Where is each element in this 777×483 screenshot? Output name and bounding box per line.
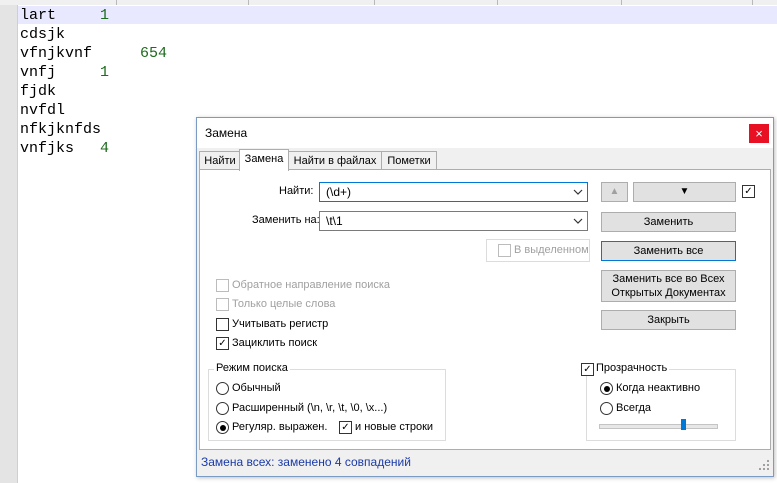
code-line[interactable]: lart 1 xyxy=(20,6,109,25)
wrap-around-checkbox[interactable]: ✓ xyxy=(216,337,229,350)
code-line[interactable]: vnfjks 4 xyxy=(20,139,109,158)
status-message: Замена всех: заменено 4 совпадений xyxy=(201,455,411,469)
close-button[interactable]: Закрыть xyxy=(601,310,736,330)
code-line[interactable]: vfnjkvnf 654 xyxy=(20,44,167,63)
line-number-value: 654 xyxy=(140,45,168,62)
replace-dialog: Замена × Найти Замена Найти в файлах Пом… xyxy=(196,117,774,477)
normal-mode-radio[interactable] xyxy=(216,382,229,395)
line-text: vfnjkvnf xyxy=(20,45,93,62)
replace-button[interactable]: Заменить xyxy=(601,212,736,232)
find-previous-button[interactable]: ▲ xyxy=(601,182,628,202)
transparency-slider-thumb[interactable] xyxy=(681,419,687,430)
line-number-gutter xyxy=(0,5,18,483)
direction-checkbox[interactable]: ✓ xyxy=(742,185,755,198)
replace-value: \t\1 xyxy=(326,214,343,228)
dot-matches-newline-label: и новые строки xyxy=(355,421,434,433)
backward-search-label: Обратное направление поиска xyxy=(232,279,391,291)
resize-grip-icon[interactable] xyxy=(759,460,769,470)
whole-word-label: Только целые слова xyxy=(232,298,336,310)
transparency-slider[interactable] xyxy=(599,424,718,429)
chevron-down-icon[interactable] xyxy=(573,218,583,224)
regex-mode-label: Регуляр. выражен. xyxy=(232,421,328,433)
line-text: cdsjk xyxy=(20,26,66,43)
extended-mode-label: Расширенный (\n, \r, \t, \0, \x...) xyxy=(232,402,388,414)
tab-mark[interactable]: Пометки xyxy=(381,151,437,171)
close-icon[interactable]: × xyxy=(749,124,769,143)
tab-find-in-files[interactable]: Найти в файлах xyxy=(287,151,383,171)
code-line[interactable]: nvfdl xyxy=(20,101,65,120)
backward-search-checkbox[interactable] xyxy=(216,279,229,292)
button-line: Открытых Документах xyxy=(611,287,726,299)
whole-word-checkbox[interactable] xyxy=(216,298,229,311)
line-text: vnfj xyxy=(20,64,57,81)
line-text: lart xyxy=(20,7,57,24)
match-case-checkbox[interactable] xyxy=(216,318,229,331)
search-mode-title: Режим поиска xyxy=(214,362,290,374)
transparency-always-radio[interactable] xyxy=(600,402,613,415)
wrap-around-label: Зациклить поиск xyxy=(232,337,318,349)
normal-mode-label: Обычный xyxy=(232,382,281,394)
find-next-button[interactable]: ▼ xyxy=(633,182,736,202)
find-label: Найти: xyxy=(279,185,314,197)
line-text: nfkjknfds xyxy=(20,121,102,138)
line-text: nvfdl xyxy=(20,102,66,119)
line-number-value: 1 xyxy=(100,64,110,81)
extended-mode-radio[interactable] xyxy=(216,402,229,415)
in-selection-label: В выделенном xyxy=(514,244,589,256)
dot-matches-newline-checkbox[interactable]: ✓ xyxy=(339,421,352,434)
chevron-down-icon[interactable] xyxy=(573,189,583,195)
line-number-value: 4 xyxy=(100,140,110,157)
transparency-always-label: Всегда xyxy=(616,402,652,414)
code-line[interactable]: nfkjknfds xyxy=(20,120,101,139)
transparency-inactive-label: Когда неактивно xyxy=(616,382,701,394)
transparency-label: Прозрачность xyxy=(594,362,670,374)
current-line-highlight xyxy=(18,6,777,24)
tab-find[interactable]: Найти xyxy=(199,151,241,171)
code-line[interactable]: fjdk xyxy=(20,82,56,101)
replace-all-button[interactable]: Заменить все xyxy=(601,241,736,261)
transparency-inactive-radio[interactable] xyxy=(600,382,613,395)
line-number-value: 1 xyxy=(100,7,110,24)
match-case-label: Учитывать регистр xyxy=(232,318,329,330)
code-line[interactable]: cdsjk xyxy=(20,25,65,44)
code-line[interactable]: vnfj 1 xyxy=(20,63,109,82)
line-text: vnfjks xyxy=(20,140,75,157)
tab-replace[interactable]: Замена xyxy=(239,149,289,171)
in-selection-checkbox[interactable] xyxy=(498,244,511,257)
button-line: Заменить все во Всех xyxy=(612,273,725,285)
replace-label: Заменить на: xyxy=(252,214,320,226)
find-value: (\d+) xyxy=(326,185,352,199)
replace-input[interactable]: \t\1 xyxy=(319,211,588,231)
transparency-checkbox[interactable]: ✓ xyxy=(581,363,594,376)
dialog-titlebar[interactable]: Замена × xyxy=(197,118,773,148)
regex-mode-radio[interactable] xyxy=(216,421,229,434)
line-text: fjdk xyxy=(20,83,57,100)
find-input[interactable]: (\d+) xyxy=(319,182,588,202)
dialog-title: Замена xyxy=(205,126,248,140)
replace-panel: Найти: (\d+) ▲ ▼ ✓ Заменить на: \t\1 Зам… xyxy=(199,169,771,450)
replace-all-open-docs-button[interactable]: Заменить все во Всех Открытых Документах xyxy=(601,270,736,302)
